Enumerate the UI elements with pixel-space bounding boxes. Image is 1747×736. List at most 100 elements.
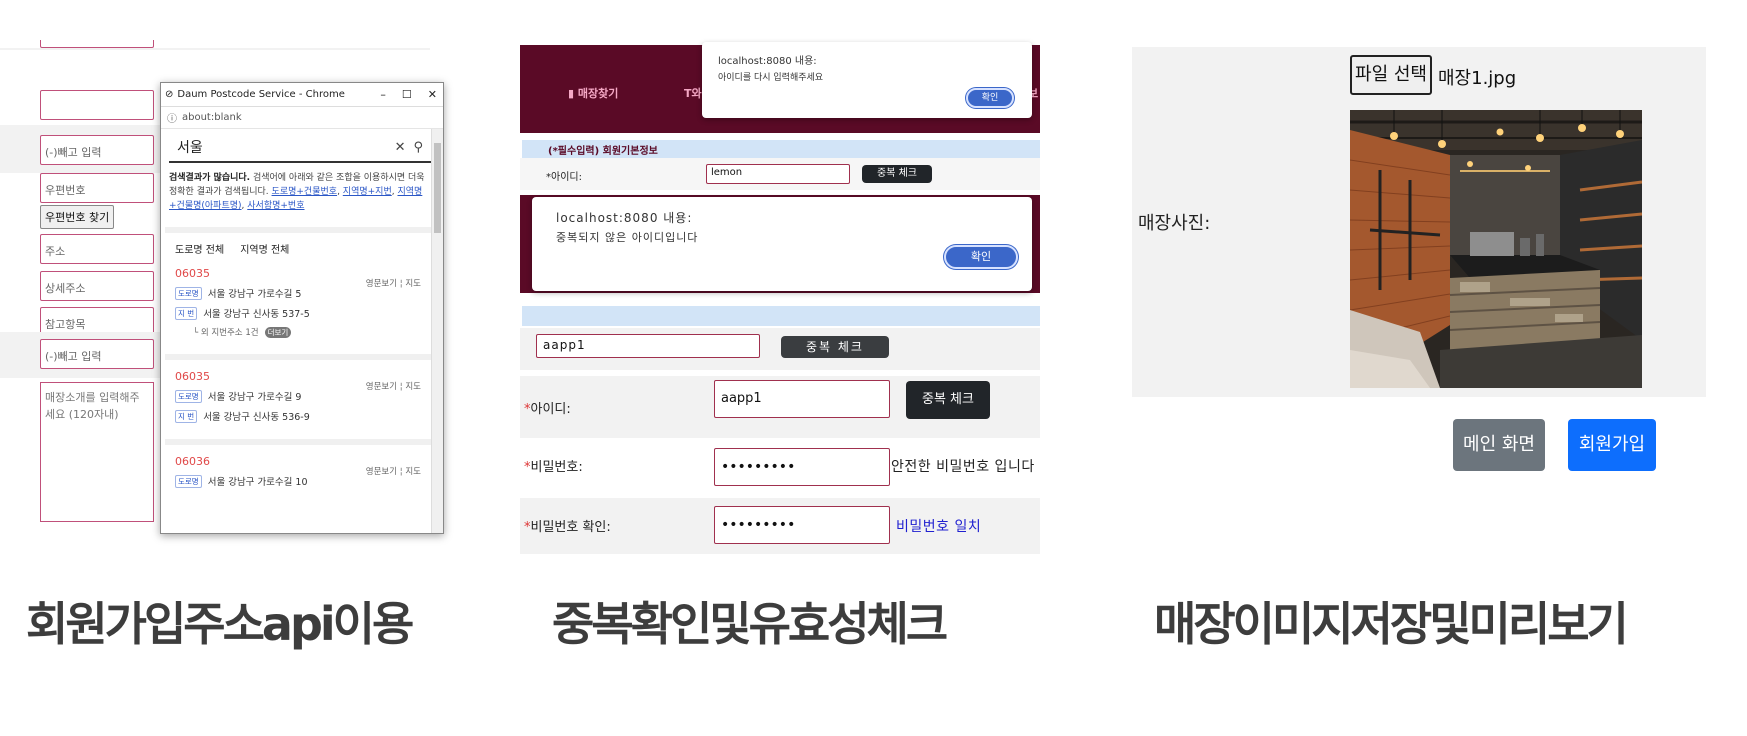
cafe-interior-image — [1350, 110, 1642, 388]
item-actions: 영문보기 ¦ 지도 — [365, 279, 421, 289]
small-dup-check-button[interactable]: 중복 체크 — [862, 165, 932, 183]
password-input[interactable]: ••••••••• — [714, 448, 890, 486]
jibun-address[interactable]: 서울 강남구 신사동 536-9 — [203, 409, 310, 423]
postcode-field[interactable]: 우편번호 — [40, 173, 154, 203]
caption-address-api: 회원가입주소api이용 — [26, 597, 414, 651]
id-input[interactable]: aapp1 — [714, 380, 890, 418]
duplicate-check-panel: ▮ 매장찾기 T와 보 localhost:8080 내용: 아이디를 다시 입… — [520, 40, 1050, 560]
store-photo-label: 매장사진: — [1138, 213, 1211, 234]
hint-link[interactable]: 지역명+지번 — [343, 187, 392, 197]
password-confirm-row: *비밀번호 확인: ••••••••• 비밀번호 일치 — [520, 498, 1040, 554]
empty-input-field[interactable] — [40, 90, 154, 120]
nav-item-store-search[interactable]: ▮ 매장찾기 — [568, 85, 618, 101]
section-header-band: (*필수입력) 회원기본정보 — [522, 140, 1040, 158]
phone2-field[interactable]: (-)빼고 입력 — [40, 339, 154, 369]
result-list: 06035 영문보기 ¦ 지도 도로명 서울 강남구 가로수길 5 지 번 서울 강… — [165, 257, 431, 505]
password-label: *비밀번호: — [524, 460, 583, 475]
hint-link[interactable]: 도로명+건물번호 — [272, 187, 338, 197]
postcode-search-button[interactable]: 우편번호 찾기 — [40, 205, 115, 229]
maximize-icon[interactable]: ☐ — [402, 88, 412, 101]
search-icon[interactable]: ⚲ — [413, 140, 423, 155]
phone-field[interactable]: (-)빼고 입력 — [40, 135, 154, 165]
alert-message: 아이디를 다시 입력해주세요 — [718, 73, 824, 83]
minimize-icon[interactable]: – — [380, 88, 386, 101]
road-tag: 도로명 — [175, 286, 202, 300]
top-input-field[interactable] — [40, 40, 154, 48]
signup-button[interactable]: 회원가입 — [1568, 419, 1656, 471]
address-field[interactable]: 주소 — [40, 234, 154, 264]
detail-address-field[interactable]: 상세주소 — [40, 271, 154, 301]
english-view-link[interactable]: 영문보기 — [366, 382, 397, 392]
caption-image-preview: 매장이미지저장및미리보기 — [1154, 597, 1629, 651]
more-button[interactable]: 더보기 — [264, 326, 292, 338]
search-hint-message: 검색결과가 많습니다. 검색어에 아래와 같은 조합을 이용하시면 더욱 정확한… — [161, 163, 443, 221]
hint-link[interactable]: 사서함명+번호 — [247, 201, 304, 211]
password-row: *비밀번호: ••••••••• 안전한 비밀번호 입니다 — [520, 438, 1040, 490]
list-item[interactable]: 06035 영문보기 ¦ 지도 도로명 서울 강남구 가로수길 5 지 번 서울 강… — [165, 257, 431, 354]
intro-textarea[interactable]: 매장소개를 입력해주세요 (120자내) — [40, 382, 154, 522]
road-tag: 도로명 — [175, 389, 202, 403]
store-icon: ▮ — [568, 87, 575, 100]
selected-file-name: 매장1.jpg — [1438, 68, 1517, 89]
clear-icon[interactable]: ✕ — [395, 140, 406, 155]
alert-ok-button[interactable]: 확인 — [944, 245, 1018, 269]
password-match-status: 비밀번호 일치 — [896, 519, 982, 535]
map-link[interactable]: 지도 — [405, 382, 421, 392]
list-item[interactable]: 06035 영문보기 ¦ 지도 도로명 서울 강남구 가로수길 9 지 번 서울 강… — [165, 360, 431, 439]
road-address[interactable]: 서울 강남구 가로수길 9 — [208, 389, 302, 403]
popup-scrollbar[interactable] — [431, 129, 443, 533]
jibun-tag: 지 번 — [175, 306, 198, 320]
english-view-link[interactable]: 영문보기 — [366, 467, 397, 477]
password-status: 안전한 비밀번호 입니다 — [891, 459, 1035, 475]
postcode-search-box[interactable]: 서울 ✕ ⚲ — [169, 133, 431, 163]
small-id-row: *아이디: lemon 중복 체크 — [520, 158, 1040, 190]
small-id-label: *아이디: — [546, 172, 582, 183]
cup-icon: T — [684, 87, 692, 100]
postcode-search-input[interactable]: 서울 — [177, 137, 203, 157]
alert-title: localhost:8080 내용: — [718, 56, 817, 67]
password-confirm-label: *비밀번호 확인: — [524, 520, 611, 535]
mid-dup-check-button[interactable]: 중복 체크 — [781, 336, 889, 358]
close-icon[interactable]: ✕ — [428, 88, 437, 101]
postcode-popup-window: ⊘ Daum Postcode Service - Chrome – ☐ ✕ ⓘ… — [160, 82, 444, 534]
road-tag: 도로명 — [175, 474, 202, 488]
store-photo-preview — [1350, 110, 1642, 388]
hint-bold: 검색결과가 많습니다. — [169, 173, 251, 183]
popup-url: about:blank — [182, 112, 242, 123]
map-link[interactable]: 지도 — [405, 467, 421, 477]
jibun-tag: 지 번 — [175, 409, 198, 423]
result-tabs: 도로명 전체 지역명 전체 — [165, 227, 431, 257]
extra-jibun: └ 외 지번주소 1건 — [193, 328, 259, 338]
road-address[interactable]: 서울 강남구 가로수길 5 — [208, 286, 302, 300]
scrollbar-thumb[interactable] — [434, 143, 441, 233]
road-address[interactable]: 서울 강남구 가로수길 10 — [208, 474, 308, 488]
item-actions: 영문보기 ¦ 지도 — [365, 467, 421, 477]
store-image-panel: 파일 선택 매장1.jpg 매장사진: — [1132, 47, 1706, 397]
screenshot-canvas: (-)빼고 입력 우편번호 우편번호 찾기 주소 상세주소 참고항목 (-)빼고… — [0, 0, 1747, 736]
info-icon: ⓘ — [167, 114, 177, 125]
id-row: *아이디: aapp1 중복 체크 — [520, 376, 1040, 438]
password-confirm-input[interactable]: ••••••••• — [714, 506, 890, 544]
english-view-link[interactable]: 영문보기 — [366, 279, 397, 289]
file-select-button[interactable]: 파일 선택 — [1350, 55, 1432, 95]
alert-dialog-unique: localhost:8080 내용: 중복되지 않은 아이디입니다 확인 — [532, 197, 1032, 291]
mid-id-input[interactable]: aapp1 — [536, 334, 760, 358]
alert-message: 중복되지 않은 아이디입니다 — [556, 231, 699, 244]
section-header-band — [522, 306, 1040, 326]
popup-address-bar: ⓘ about:blank — [161, 107, 443, 129]
map-link[interactable]: 지도 — [405, 279, 421, 289]
browser-icon: ⊘ — [165, 89, 174, 100]
form-row — [0, 50, 430, 80]
alert-ok-button[interactable]: 확인 — [966, 88, 1014, 108]
small-id-input[interactable]: lemon — [706, 164, 850, 184]
nav-item[interactable]: T와 — [684, 85, 702, 101]
popup-titlebar: ⊘ Daum Postcode Service - Chrome – ☐ ✕ — [161, 83, 443, 107]
alert-dialog-retry: localhost:8080 내용: 아이디를 다시 입력해주세요 확인 — [702, 42, 1032, 118]
main-screen-button[interactable]: 메인 화면 — [1453, 419, 1545, 471]
tab-region-all[interactable]: 지역명 전체 — [240, 241, 289, 257]
dup-check-button[interactable]: 중복 체크 — [906, 381, 990, 419]
tab-road-all[interactable]: 도로명 전체 — [175, 241, 224, 257]
popup-window-title: Daum Postcode Service - Chrome — [177, 89, 345, 100]
jibun-address[interactable]: 서울 강남구 신사동 537-5 — [203, 306, 310, 320]
list-item[interactable]: 06036 영문보기 ¦ 지도 도로명 서울 강남구 가로수길 10 — [165, 445, 431, 505]
